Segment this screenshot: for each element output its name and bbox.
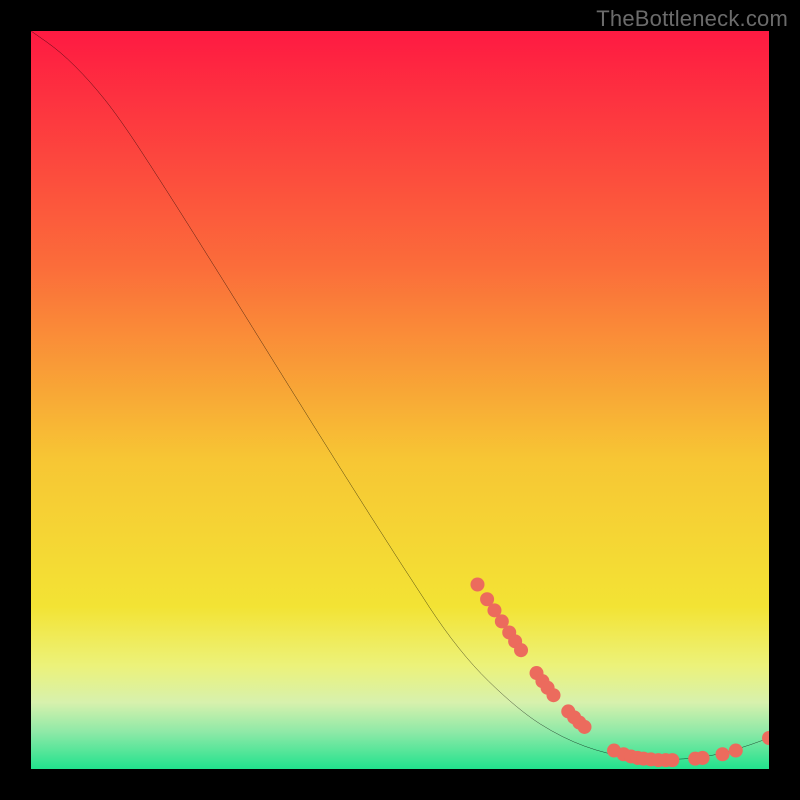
data-marker: [514, 643, 528, 657]
plot-area: [31, 31, 769, 769]
data-marker: [577, 720, 591, 734]
data-marker: [696, 751, 710, 765]
data-marker: [729, 744, 743, 758]
chart-stage: TheBottleneck.com: [0, 0, 800, 800]
gradient-background: [31, 31, 769, 769]
data-marker: [715, 747, 729, 761]
chart-svg: [31, 31, 769, 769]
data-marker: [665, 753, 679, 767]
data-marker: [546, 688, 560, 702]
data-marker: [470, 577, 484, 591]
watermark-text: TheBottleneck.com: [596, 6, 788, 32]
